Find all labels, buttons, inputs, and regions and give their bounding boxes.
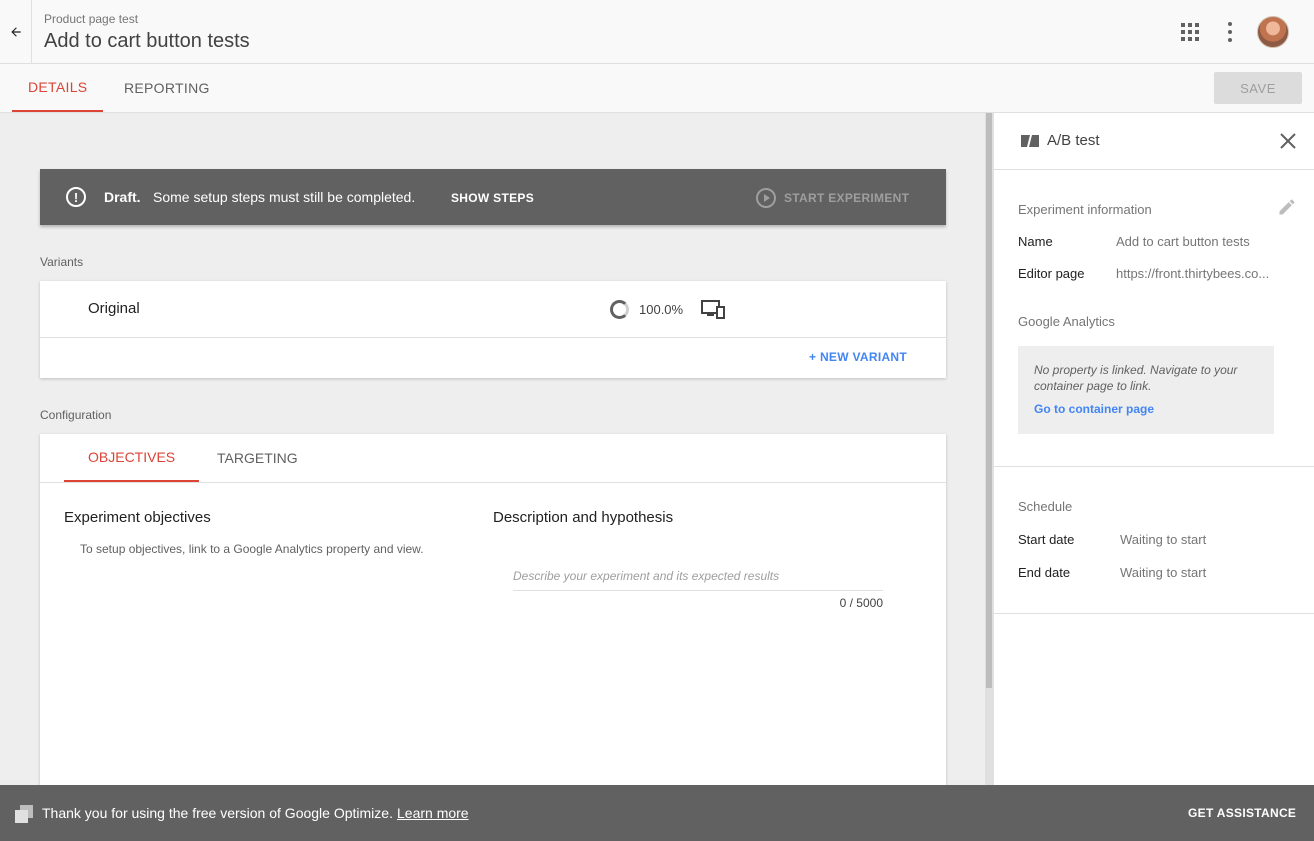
- app-header: Product page test Add to cart button tes…: [0, 0, 1314, 64]
- variants-section-label: Variants: [40, 255, 84, 269]
- play-circle-icon: [756, 188, 776, 208]
- panel-header: A/B test: [994, 113, 1314, 170]
- devices-icon[interactable]: [701, 299, 725, 319]
- draft-message: Some setup steps must still be completed…: [153, 189, 416, 205]
- start-date-label: Start date: [1018, 532, 1075, 547]
- back-button[interactable]: [0, 0, 32, 64]
- google-analytics-heading: Google Analytics: [1018, 314, 1115, 329]
- panel-divider: [994, 613, 1314, 614]
- variants-card: Original 100.0% + NEW VARIANT: [40, 281, 946, 378]
- avatar[interactable]: [1257, 16, 1289, 48]
- variant-row[interactable]: Original 100.0%: [40, 281, 946, 338]
- experiment-info-heading: Experiment information: [1018, 202, 1152, 217]
- editor-page-value: https://front.thirtybees.co...: [1116, 266, 1270, 281]
- new-variant-button[interactable]: + NEW VARIANT: [809, 350, 907, 364]
- description-input[interactable]: [513, 561, 883, 591]
- more-vert-icon[interactable]: [1222, 22, 1238, 42]
- panel-divider: [994, 466, 1314, 467]
- scrollbar-thumb[interactable]: [986, 113, 992, 688]
- show-steps-button[interactable]: SHOW STEPS: [451, 191, 534, 205]
- objectives-title: Experiment objectives: [64, 509, 211, 526]
- schedule-heading: Schedule: [1018, 499, 1073, 514]
- learn-more-link[interactable]: Learn more: [397, 805, 469, 821]
- weight-icon[interactable]: [610, 300, 629, 319]
- container-subtitle: Product page test: [44, 12, 139, 26]
- save-button[interactable]: SAVE: [1214, 72, 1302, 104]
- ga-note: No property is linked. Navigate to your …: [1034, 363, 1238, 393]
- ga-link-box: No property is linked. Navigate to your …: [1018, 346, 1274, 434]
- tab-details[interactable]: DETAILS: [12, 64, 104, 112]
- tab-targeting[interactable]: TARGETING: [193, 434, 322, 482]
- footer-bar: Thank you for using the free version of …: [0, 785, 1314, 841]
- close-icon[interactable]: [1278, 131, 1298, 151]
- main-content: ! Draft. Some setup steps must still be …: [0, 113, 985, 785]
- main-scrollbar[interactable]: [985, 113, 993, 785]
- optimize-logo-icon: [15, 805, 33, 823]
- page-title: Add to cart button tests: [44, 30, 250, 52]
- variant-name: Original: [88, 300, 140, 317]
- end-date-value: Waiting to start: [1120, 565, 1207, 580]
- name-value: Add to cart button tests: [1116, 234, 1250, 249]
- get-assistance-button[interactable]: GET ASSISTANCE: [1188, 806, 1296, 820]
- configuration-card: OBJECTIVES TARGETING Experiment objectiv…: [40, 434, 946, 785]
- name-label: Name: [1018, 234, 1053, 249]
- start-experiment-label: START EXPERIMENT: [784, 191, 910, 205]
- alert-icon: !: [66, 187, 86, 207]
- main-tabbar: DETAILS REPORTING SAVE: [0, 64, 1314, 113]
- tab-objectives[interactable]: OBJECTIVES: [64, 434, 200, 482]
- start-experiment-button[interactable]: START EXPERIMENT: [756, 188, 909, 208]
- back-arrow-icon: [10, 27, 21, 37]
- draft-label: Draft.: [104, 189, 141, 205]
- tab-reporting[interactable]: REPORTING: [108, 64, 226, 112]
- description-char-count: 0 / 5000: [839, 596, 883, 610]
- container-page-link[interactable]: Go to container page: [1034, 402, 1154, 416]
- panel-title: A/B test: [1047, 132, 1100, 149]
- edit-pencil-icon[interactable]: [1277, 197, 1297, 217]
- footer-message: Thank you for using the free version of …: [42, 805, 393, 821]
- objectives-hint: To setup objectives, link to a Google An…: [80, 542, 424, 556]
- configuration-section-label: Configuration: [40, 408, 112, 422]
- ab-test-icon: [1021, 135, 1039, 147]
- end-date-label: End date: [1018, 565, 1071, 580]
- config-tabs: OBJECTIVES TARGETING: [40, 434, 946, 483]
- experiment-side-panel: A/B test Experiment information Name Add…: [993, 113, 1314, 785]
- apps-grid-icon[interactable]: [1181, 23, 1199, 41]
- variant-weight: 100.0%: [639, 302, 684, 317]
- description-title: Description and hypothesis: [493, 509, 674, 526]
- editor-page-label: Editor page: [1018, 266, 1085, 281]
- start-date-value: Waiting to start: [1120, 532, 1207, 547]
- draft-banner: ! Draft. Some setup steps must still be …: [40, 169, 946, 225]
